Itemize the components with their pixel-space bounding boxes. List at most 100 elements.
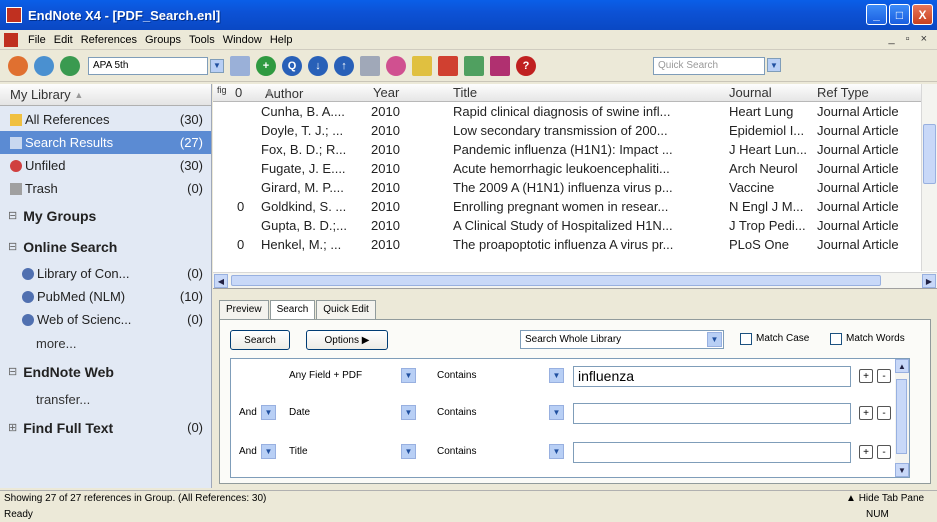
- figure-column-icon[interactable]: fig: [217, 85, 227, 95]
- remove-row-button[interactable]: -: [877, 445, 891, 459]
- field-select[interactable]: Title ▼: [285, 443, 417, 462]
- criteria-scrollbar[interactable]: ▲ ▼: [895, 359, 909, 477]
- scroll-left-icon[interactable]: ◀: [214, 274, 228, 288]
- group-trash[interactable]: Trash (0): [0, 177, 211, 200]
- collapse-icon[interactable]: ⊟: [8, 240, 17, 253]
- add-row-button[interactable]: +: [859, 369, 873, 383]
- format-paper-icon[interactable]: [386, 55, 406, 76]
- column-ref-type[interactable]: Ref Type: [817, 85, 869, 100]
- group-set-online-search[interactable]: ⊟ Online Search: [0, 231, 211, 262]
- column-journal[interactable]: Journal: [729, 85, 772, 100]
- search-button[interactable]: Search: [230, 330, 290, 350]
- table-row[interactable]: Gupta, B. D.;... 2010 A Clinical Study of …: [213, 217, 921, 235]
- table-row[interactable]: Fugate, J. E.... 2010 Acute hemorrhagic le…: [213, 160, 921, 178]
- online-search-mode-icon[interactable]: [60, 55, 80, 76]
- tab-search[interactable]: Search: [269, 300, 316, 321]
- menu-groups[interactable]: Groups: [141, 34, 185, 46]
- search-term-input[interactable]: influenza: [573, 366, 851, 387]
- integrated-library-mode-icon[interactable]: [34, 55, 54, 76]
- chevron-down-icon[interactable]: ▼: [210, 58, 224, 73]
- menu-edit[interactable]: Edit: [50, 34, 77, 46]
- menu-references[interactable]: References: [77, 34, 141, 46]
- scroll-thumb[interactable]: [896, 379, 907, 454]
- online-pubmed[interactable]: PubMed (NLM) (10): [0, 285, 211, 308]
- field-select[interactable]: Any Field + PDF ▼: [285, 367, 417, 386]
- copy-icon[interactable]: [360, 55, 380, 76]
- scroll-thumb[interactable]: [231, 275, 881, 286]
- add-row-button[interactable]: +: [859, 406, 873, 420]
- close-button[interactable]: X: [912, 4, 933, 25]
- group-set-endnote-web[interactable]: ⊟ EndNote Web: [0, 356, 211, 387]
- tab-quick-edit[interactable]: Quick Edit: [316, 300, 376, 320]
- match-words-checkbox[interactable]: [830, 333, 842, 345]
- operator-select[interactable]: Contains ▼: [433, 404, 565, 423]
- maximize-button[interactable]: □: [889, 4, 910, 25]
- search-term-input[interactable]: [573, 442, 851, 463]
- mdi-controls[interactable]: _ ▫ ×: [888, 33, 931, 45]
- hide-tab-pane-button[interactable]: ▲ Hide Tab Pane: [846, 493, 924, 504]
- operator-select[interactable]: Contains ▼: [433, 367, 565, 386]
- help-icon[interactable]: ?: [516, 55, 536, 76]
- pdf-icon[interactable]: [438, 55, 458, 76]
- online-more-link[interactable]: more...: [0, 331, 211, 356]
- scroll-right-icon[interactable]: ▶: [922, 274, 936, 288]
- upload-icon[interactable]: ↑: [334, 55, 354, 76]
- scroll-thumb[interactable]: [923, 124, 936, 184]
- menu-help[interactable]: Help: [266, 34, 297, 46]
- operator-select[interactable]: Contains ▼: [433, 443, 565, 462]
- group-set-my-groups[interactable]: ⊟ My Groups: [0, 200, 211, 231]
- chevron-down-icon[interactable]: ▼: [767, 58, 781, 72]
- column-year[interactable]: Year: [373, 85, 399, 100]
- operator-value: Contains: [437, 370, 477, 381]
- online-library-of-congress[interactable]: Library of Con... (0): [0, 262, 211, 285]
- online-web-of-science[interactable]: Web of Scienc... (0): [0, 308, 211, 331]
- bibliography-icon[interactable]: [464, 55, 484, 76]
- match-case-checkbox[interactable]: [740, 333, 752, 345]
- download-icon[interactable]: ↓: [308, 55, 328, 76]
- scroll-up-icon[interactable]: ▲: [895, 359, 909, 373]
- tab-preview[interactable]: Preview: [219, 300, 269, 320]
- attachment-column-icon[interactable]: 0: [235, 85, 242, 100]
- menu-file[interactable]: File: [24, 34, 50, 46]
- group-unfiled[interactable]: Unfiled (30): [0, 154, 211, 177]
- search-term-input[interactable]: [573, 403, 851, 424]
- insert-citation-icon[interactable]: [230, 55, 250, 76]
- menu-window[interactable]: Window: [219, 34, 266, 46]
- my-library-header[interactable]: My Library ▲: [0, 84, 211, 106]
- online-search-icon[interactable]: Q: [282, 55, 302, 76]
- group-search-results[interactable]: Search Results (27): [0, 131, 211, 154]
- table-row[interactable]: Doyle, T. J.; ... 2010 Low secondary trans…: [213, 122, 921, 140]
- collapse-icon[interactable]: ⊟: [8, 365, 17, 378]
- boolean-select[interactable]: And ▼: [235, 404, 277, 423]
- column-title[interactable]: Title: [453, 85, 477, 100]
- output-style-select[interactable]: APA 5th: [88, 56, 208, 75]
- menu-tools[interactable]: Tools: [185, 34, 219, 46]
- open-file-icon[interactable]: [412, 55, 432, 76]
- table-row[interactable]: 0 Henkel, M.; ... 2010 The proapoptotic inf…: [213, 236, 921, 254]
- group-all-references[interactable]: All References (30): [0, 108, 211, 131]
- search-scope-select[interactable]: Search Whole Library ▼: [520, 330, 724, 349]
- boolean-select[interactable]: And ▼: [235, 443, 277, 462]
- table-row[interactable]: 0 Goldkind, S. ... 2010 Enrolling pregnant …: [213, 198, 921, 216]
- remove-row-button[interactable]: -: [877, 406, 891, 420]
- scroll-down-icon[interactable]: ▼: [895, 463, 909, 477]
- field-select[interactable]: Date ▼: [285, 404, 417, 423]
- transfer-link[interactable]: transfer...: [0, 387, 211, 412]
- remove-row-button[interactable]: -: [877, 369, 891, 383]
- journal-cell: N Engl J M...: [729, 199, 804, 214]
- table-row[interactable]: Cunha, B. A.... 2010 Rapid clinical diagno…: [213, 103, 921, 121]
- vertical-scrollbar[interactable]: [921, 84, 937, 271]
- edit-icon[interactable]: [490, 55, 510, 76]
- group-set-find-full-text[interactable]: ⊞ Find Full Text (0): [0, 412, 211, 443]
- collapse-icon[interactable]: ⊟: [8, 209, 17, 222]
- expand-icon[interactable]: ⊞: [8, 421, 17, 434]
- local-library-mode-icon[interactable]: [8, 55, 28, 76]
- add-row-button[interactable]: +: [859, 445, 873, 459]
- minimize-button[interactable]: _: [866, 4, 887, 25]
- new-reference-icon[interactable]: +: [256, 55, 276, 76]
- quick-search-input[interactable]: Quick Search: [653, 57, 765, 75]
- table-row[interactable]: Girard, M. P.... 2010 The 2009 A (H1N1) in…: [213, 179, 921, 197]
- table-row[interactable]: Fox, B. D.; R... 2010 Pandemic influenza (…: [213, 141, 921, 159]
- horizontal-scrollbar[interactable]: ◀ ▶: [213, 272, 937, 288]
- options-button[interactable]: Options ▶: [306, 330, 388, 350]
